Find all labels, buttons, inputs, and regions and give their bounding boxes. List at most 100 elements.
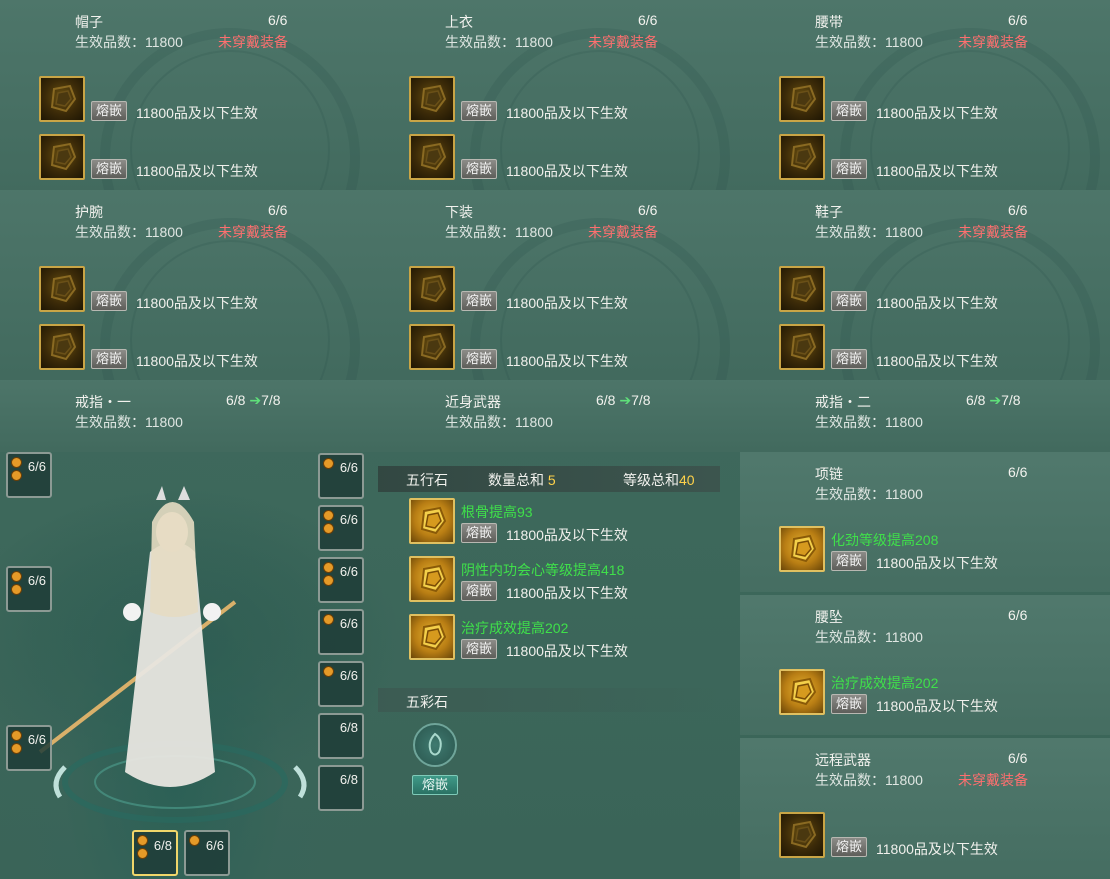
gem-slot: 熔嵌 11800品及以下生效: [409, 324, 669, 372]
gem-dot-icon: [323, 666, 334, 677]
inlay-button[interactable]: 熔嵌: [461, 639, 498, 659]
equipment-slot[interactable]: 6/8: [318, 765, 364, 811]
panel-title: 腰带: [815, 14, 843, 30]
gem-dot-icon: [137, 835, 148, 846]
gem-icon[interactable]: [779, 134, 825, 180]
grade-label: 生效品数：11800: [445, 34, 553, 50]
inlay-button[interactable]: 熔嵌: [91, 159, 128, 179]
gem-dot-icon: [11, 743, 22, 754]
equipment-slot[interactable]: 6/6: [318, 505, 364, 551]
panel-count: 6/6: [1008, 750, 1028, 766]
gem-icon[interactable]: [409, 76, 455, 122]
inlay-button[interactable]: 熔嵌: [461, 159, 498, 179]
grade-label: 生效品数：11800: [75, 34, 183, 50]
inlay-button[interactable]: 熔嵌: [831, 349, 868, 369]
equipment-slot[interactable]: 6/6: [318, 609, 364, 655]
slot-description: 11800品及以下生效: [506, 527, 628, 543]
gem-slot: 熔嵌 11800品及以下生效: [779, 266, 1039, 314]
inlay-button[interactable]: 熔嵌: [91, 349, 128, 369]
gem-slot: 化劲等级提高208 熔嵌 11800品及以下生效: [779, 526, 1039, 574]
slot-description: 11800品及以下生效: [506, 295, 628, 311]
gem-icon[interactable]: [409, 498, 455, 544]
gem-dot-icon: [11, 457, 22, 468]
equip-panel-shoes: 鞋子 6/6 生效品数：11800 未穿戴装备 熔嵌 11800品及以下生效 熔…: [740, 190, 1110, 380]
panel-title: 护腕: [75, 204, 103, 220]
equipment-slot[interactable]: 6/6: [6, 566, 52, 612]
panel-title: 远程武器: [815, 752, 871, 768]
gem-icon[interactable]: [779, 669, 825, 715]
slot-description: 11800品及以下生效: [136, 163, 258, 179]
inlay-button[interactable]: 熔嵌: [831, 159, 868, 179]
inlay-button[interactable]: 熔嵌: [461, 101, 498, 121]
panel-count: 6/6: [1008, 12, 1028, 28]
gem-attribute: 治疗成效提高202: [831, 675, 939, 691]
character-area: [0, 452, 370, 879]
equipment-slot[interactable]: 6/6: [184, 830, 230, 876]
grade-label: 生效品数：11800: [445, 414, 553, 430]
gem-icon[interactable]: [779, 266, 825, 312]
inlay-button[interactable]: 熔嵌: [461, 523, 498, 543]
equipment-slot[interactable]: 6/8: [318, 713, 364, 759]
gem-icon[interactable]: [779, 324, 825, 370]
upgrade-arrow-icon: ➔: [249, 392, 262, 408]
slot-count: 6/6: [339, 616, 358, 631]
grade-label: 生效品数：11800: [445, 224, 553, 240]
gem-icon[interactable]: [779, 76, 825, 122]
gem-icon[interactable]: [409, 134, 455, 180]
slot-count: 6/6: [27, 732, 46, 747]
slot-description: 11800品及以下生效: [876, 353, 998, 369]
equipment-slot[interactable]: 6/6: [318, 557, 364, 603]
gem-icon[interactable]: [779, 812, 825, 858]
gem-dot-icon: [323, 510, 334, 521]
gem-icon[interactable]: [409, 266, 455, 312]
colorstone-slot-icon[interactable]: [413, 723, 457, 767]
grade-label: 生效品数：11800: [815, 772, 923, 788]
gem-icon[interactable]: [409, 324, 455, 370]
inlay-button[interactable]: 熔嵌: [461, 349, 498, 369]
inlay-button[interactable]: 熔嵌: [461, 291, 498, 311]
gem-icon[interactable]: [409, 614, 455, 660]
gem-dot-icon: [11, 470, 22, 481]
equipment-slot[interactable]: 6/6: [318, 661, 364, 707]
grade-label: 生效品数：11800: [815, 486, 923, 502]
inlay-button[interactable]: 熔嵌: [831, 291, 868, 311]
gem-slot: 熔嵌 11800品及以下生效: [39, 266, 299, 314]
slot-count: 6/8: [339, 720, 358, 735]
slot-count: 6/6: [205, 838, 224, 853]
gem-icon[interactable]: [39, 134, 85, 180]
gem-dot-icon: [189, 835, 200, 846]
gem-dot-icon: [11, 571, 22, 582]
gem-icon[interactable]: [409, 556, 455, 602]
gem-icon[interactable]: [39, 266, 85, 312]
equipment-slot-selected[interactable]: 6/8: [132, 830, 178, 876]
gem-icon[interactable]: [39, 324, 85, 370]
inlay-button[interactable]: 熔嵌: [461, 581, 498, 601]
inlay-button[interactable]: 熔嵌: [831, 551, 868, 571]
panel-count: 6/8 ➔7/8: [596, 392, 651, 408]
equip-panel-bracer: 护腕 6/6 生效品数：11800 未穿戴装备 熔嵌 11800品及以下生效 熔…: [0, 190, 370, 380]
inlay-button[interactable]: 熔嵌: [831, 101, 868, 121]
inlay-button[interactable]: 熔嵌: [91, 101, 128, 121]
inlay-button[interactable]: 熔嵌: [831, 694, 868, 714]
wucai-inlay-button[interactable]: 熔嵌: [412, 775, 458, 795]
gem-icon[interactable]: [779, 526, 825, 572]
gem-dot-icon: [323, 562, 334, 573]
wuxing-level: 等级总和40: [623, 472, 695, 488]
upgrade-arrow-icon: ➔: [619, 392, 632, 408]
equipment-slot[interactable]: 6/6: [6, 452, 52, 498]
ring-one-header: 戒指・一 6/8 ➔7/8 生效品数：11800: [0, 380, 370, 452]
gem-dot-icon: [323, 614, 334, 625]
grade-label: 生效品数：11800: [75, 224, 183, 240]
slot-description: 11800品及以下生效: [506, 353, 628, 369]
slot-description: 11800品及以下生效: [136, 295, 258, 311]
inlay-button[interactable]: 熔嵌: [831, 837, 868, 857]
equipment-slot[interactable]: 6/6: [318, 453, 364, 499]
equipment-slot[interactable]: 6/6: [6, 725, 52, 771]
equip-panel-top: 上衣 6/6 生效品数：11800 未穿戴装备 熔嵌 11800品及以下生效 熔…: [370, 0, 740, 190]
gem-icon[interactable]: [39, 76, 85, 122]
panel-count: 6/6: [268, 202, 288, 218]
slot-description: 11800品及以下生效: [876, 295, 998, 311]
inlay-button[interactable]: 熔嵌: [91, 291, 128, 311]
panel-count: 6/8 ➔7/8: [226, 392, 281, 408]
gem-dot-icon: [323, 523, 334, 534]
